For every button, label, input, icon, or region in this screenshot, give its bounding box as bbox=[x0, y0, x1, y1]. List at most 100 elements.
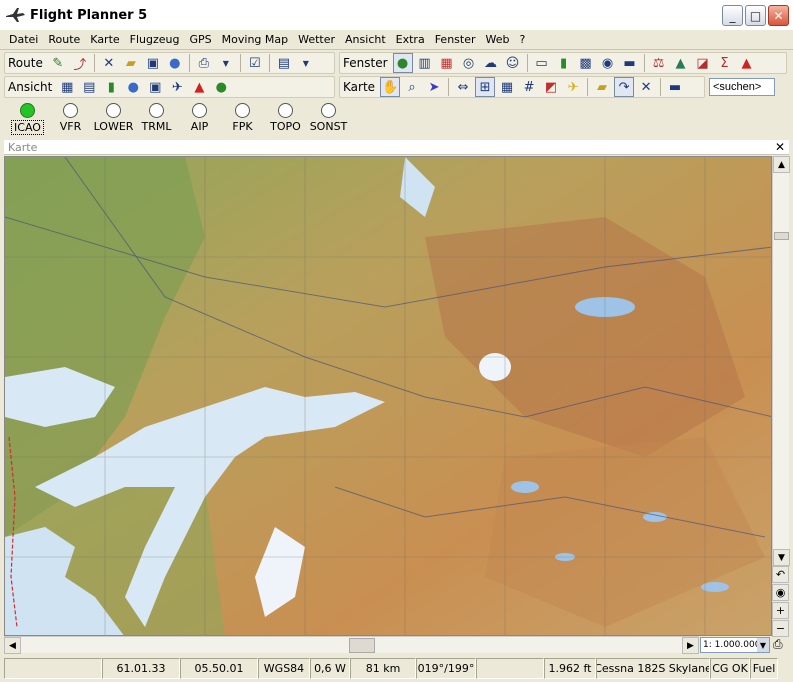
globe-route-button[interactable]: ● bbox=[165, 53, 185, 73]
fuel-icon[interactable]: ▲ bbox=[671, 53, 691, 73]
instrument-panel-icon[interactable]: ▩ bbox=[576, 53, 596, 73]
scroll-down-icon[interactable]: ▼ bbox=[773, 549, 790, 566]
warning-icon[interactable]: ▲ bbox=[737, 53, 757, 73]
layer-topo[interactable]: TOPO bbox=[264, 99, 307, 133]
delete-icon[interactable]: ✕ bbox=[636, 77, 656, 97]
menu-ansicht[interactable]: Ansicht bbox=[340, 33, 391, 46]
globe-icon[interactable]: ● bbox=[211, 77, 231, 97]
compass-icon[interactable]: ◉ bbox=[598, 53, 618, 73]
draw-route-button[interactable]: ⤴ bbox=[70, 53, 90, 73]
layer-lower[interactable]: LOWER bbox=[92, 99, 135, 133]
horizontal-scrollbar[interactable]: ◀ ▶ bbox=[4, 636, 699, 654]
sum-icon[interactable]: Σ bbox=[715, 53, 735, 73]
chevron-down-icon[interactable]: ▼ bbox=[757, 638, 769, 652]
menu-karte[interactable]: Karte bbox=[85, 33, 124, 46]
center-icon[interactable]: ◉ bbox=[772, 584, 789, 601]
layer-sonst[interactable]: SONST bbox=[307, 99, 350, 133]
notes-icon[interactable]: ▭ bbox=[532, 53, 552, 73]
book-icon[interactable]: ▥ bbox=[415, 53, 435, 73]
chart-icon[interactable]: ▦ bbox=[437, 53, 457, 73]
aircraft-icon[interactable]: ✈ bbox=[167, 77, 187, 97]
pan-hand-icon[interactable]: ✋ bbox=[380, 77, 401, 97]
map-canvas[interactable] bbox=[4, 156, 772, 636]
alert-icon[interactable]: ▲ bbox=[189, 77, 209, 97]
layer-fpk[interactable]: FPK bbox=[221, 99, 264, 133]
floppy-icon[interactable]: ▣ bbox=[145, 77, 165, 97]
radio-sonst[interactable] bbox=[321, 103, 336, 118]
edit-route-button[interactable]: ✎ bbox=[48, 53, 68, 73]
menu-web[interactable]: Web bbox=[481, 33, 515, 46]
device-icon[interactable]: ▮ bbox=[101, 77, 121, 97]
close-button[interactable]: ✕ bbox=[768, 5, 789, 26]
menu-flugzeug[interactable]: Flugzeug bbox=[125, 33, 185, 46]
search-input[interactable] bbox=[709, 78, 775, 96]
aeronautical-chart[interactable] bbox=[5, 157, 772, 636]
curve-icon[interactable]: ↷ bbox=[614, 77, 635, 97]
fit-icon[interactable]: ⊞ bbox=[475, 77, 496, 97]
radio-topo[interactable] bbox=[278, 103, 293, 118]
undo-view-icon[interactable]: ↶ bbox=[772, 566, 789, 583]
grid-icon[interactable]: ▦ bbox=[497, 77, 517, 97]
maximize-button[interactable]: □ bbox=[745, 5, 766, 26]
menu-route[interactable]: Route bbox=[43, 33, 85, 46]
open-map-icon[interactable]: ▰ bbox=[592, 77, 612, 97]
ansicht-toolbar-label: Ansicht bbox=[8, 80, 53, 94]
zoom-in-icon[interactable]: + bbox=[772, 602, 789, 619]
direction-icon[interactable]: ➤ bbox=[424, 77, 444, 97]
plane-icon[interactable]: ✈ bbox=[563, 77, 583, 97]
scroll-right-icon[interactable]: ▶ bbox=[682, 637, 699, 654]
menu-wetter[interactable]: Wetter bbox=[293, 33, 340, 46]
menu-help[interactable]: ? bbox=[515, 33, 531, 46]
check-button[interactable]: ☑ bbox=[245, 53, 265, 73]
map-scale-select[interactable]: 1: 1.000.000 ▼ bbox=[700, 637, 770, 653]
airport-search-icon[interactable]: ◎ bbox=[459, 53, 479, 73]
scroll-left-icon[interactable]: ◀ bbox=[4, 637, 21, 654]
vertical-scroll-thumb[interactable] bbox=[774, 232, 789, 240]
menu-fenster[interactable]: Fenster bbox=[430, 33, 481, 46]
preview-button[interactable]: ▤ bbox=[274, 53, 294, 73]
camera-icon[interactable]: ▬ bbox=[620, 53, 640, 73]
radio-icao[interactable] bbox=[20, 103, 35, 118]
balance-icon[interactable]: ⚖ bbox=[649, 53, 669, 73]
radio-aip[interactable] bbox=[192, 103, 207, 118]
save-button[interactable]: ▣ bbox=[143, 53, 163, 73]
pilot-icon[interactable]: ☺ bbox=[503, 53, 523, 73]
print-dropdown-icon[interactable]: ▼ bbox=[216, 53, 236, 73]
print-map-icon[interactable]: ⎙ bbox=[773, 637, 789, 653]
print-button[interactable]: ⎙ bbox=[194, 53, 214, 73]
weather-icon[interactable]: ☁ bbox=[481, 53, 501, 73]
radio-vfr[interactable] bbox=[63, 103, 78, 118]
horizontal-scroll-thumb[interactable] bbox=[349, 638, 375, 653]
menu-gps[interactable]: GPS bbox=[185, 33, 217, 46]
width-arrow-icon[interactable]: ⇔ bbox=[453, 77, 473, 97]
hash-grid-icon[interactable]: # bbox=[519, 77, 539, 97]
photo-icon[interactable]: ▬ bbox=[665, 77, 685, 97]
zoom-out-icon[interactable]: − bbox=[772, 620, 789, 637]
layer-trml[interactable]: TRML bbox=[135, 99, 178, 133]
preview-dropdown-icon[interactable]: ▼ bbox=[296, 53, 316, 73]
map-view-icon[interactable]: ▦ bbox=[57, 77, 77, 97]
graph-icon[interactable]: ◪ bbox=[693, 53, 713, 73]
fenster-toolbar: Fenster ● ▥ ▦ ◎ ☁ ☺ ▭ ▮ ▩ ◉ ▬ ⚖ ▲ ◪ Σ ▲ bbox=[339, 52, 787, 74]
zoom-icon[interactable]: ⌕ bbox=[402, 77, 422, 97]
menu-datei[interactable]: Datei bbox=[4, 33, 43, 46]
minimize-button[interactable]: _ bbox=[722, 5, 743, 26]
vertical-scrollbar[interactable]: ▲ ▼ bbox=[772, 156, 790, 566]
open-folder-button[interactable]: ▰ bbox=[121, 53, 141, 73]
earth-icon[interactable]: ● bbox=[123, 77, 143, 97]
scroll-up-icon[interactable]: ▲ bbox=[773, 156, 790, 173]
radio-trml[interactable] bbox=[149, 103, 164, 118]
layer-vfr[interactable]: VFR bbox=[49, 99, 92, 133]
layer-aip[interactable]: AIP bbox=[178, 99, 221, 133]
radio-lower[interactable] bbox=[106, 103, 121, 118]
menu-moving-map[interactable]: Moving Map bbox=[217, 33, 293, 46]
delete-route-button[interactable]: ✕ bbox=[99, 53, 119, 73]
layers-icon[interactable]: ◩ bbox=[541, 77, 561, 97]
list-view-icon[interactable]: ▤ bbox=[79, 77, 99, 97]
menu-extra[interactable]: Extra bbox=[391, 33, 430, 46]
gps-device-icon[interactable]: ▮ bbox=[554, 53, 574, 73]
world-map-icon[interactable]: ● bbox=[392, 53, 413, 73]
panel-close-icon[interactable]: ✕ bbox=[775, 140, 785, 154]
radio-fpk[interactable] bbox=[235, 103, 250, 118]
layer-icao[interactable]: ICAO bbox=[6, 99, 49, 135]
